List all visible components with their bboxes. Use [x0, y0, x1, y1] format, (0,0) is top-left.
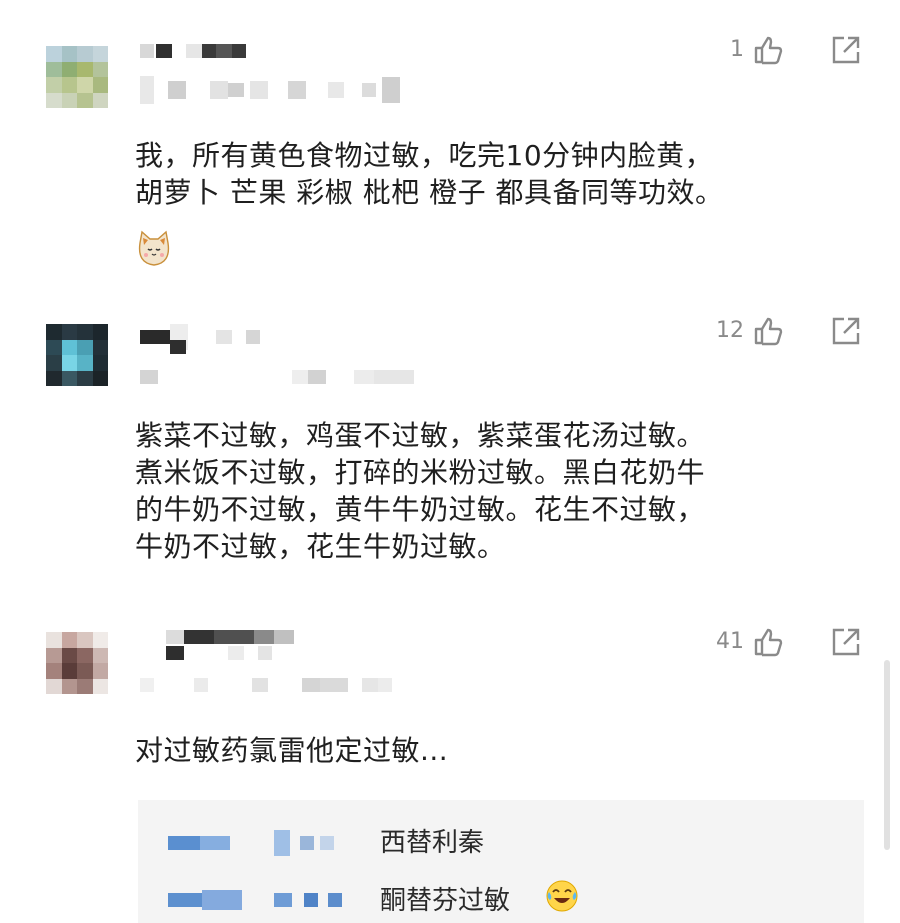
- meta-blurred: [140, 678, 392, 692]
- like-count: 41: [716, 629, 744, 654]
- comment-line: 对过敏药氯雷他定过敏...: [135, 734, 449, 767]
- username-blurred[interactable]: [140, 44, 246, 58]
- comment-text: 我，所有黄色食物过敏，吃完10分钟内脸黄， 胡萝卜 芒果 彩椒 枇杷 橙子 都具…: [135, 137, 860, 211]
- comment-line: 紫菜不过敏，鸡蛋不过敏，紫菜蛋花汤过敏。: [135, 419, 706, 452]
- like-count: 1: [730, 37, 744, 62]
- username-blurred[interactable]: [140, 324, 260, 350]
- reply-username-blurred: [168, 830, 334, 856]
- avatar[interactable]: [46, 632, 108, 694]
- thumbs-up-icon[interactable]: [752, 626, 784, 658]
- comment-line: 我，所有黄色食物过敏，吃完10分钟内脸黄，: [135, 139, 714, 172]
- reply-text: 西替利秦: [380, 828, 485, 858]
- comment-line: 牛奶不过敏，花生牛奶过敏。: [135, 530, 506, 563]
- cat-face-emoji: [138, 230, 170, 266]
- comment-line: 煮米饭不过敏，打碎的米粉过敏。黑白花奶牛: [135, 456, 706, 489]
- thumbs-up-icon[interactable]: [752, 34, 784, 66]
- username-blurred-2: [166, 646, 272, 660]
- share-icon[interactable]: [830, 34, 862, 66]
- thumbs-up-icon[interactable]: [752, 315, 784, 347]
- reply-section[interactable]: 西替利秦 酮替芬过敏: [138, 800, 864, 923]
- comment-text: 对过敏药氯雷他定过敏...: [135, 732, 860, 769]
- avatar[interactable]: [46, 324, 108, 386]
- comment-line: 的牛奶不过敏，黄牛牛奶过敏。花生不过敏，: [135, 493, 706, 526]
- scrollbar[interactable]: [884, 660, 890, 850]
- laughing-crying-emoji: [546, 880, 578, 912]
- meta-blurred: [140, 370, 414, 384]
- like-count: 12: [716, 318, 744, 343]
- username-blurred[interactable]: [166, 630, 294, 644]
- username-blurred-2: [170, 340, 186, 354]
- meta-blurred: [140, 76, 400, 104]
- comment-line: 胡萝卜 芒果 彩椒 枇杷 橙子 都具备同等功效。: [135, 176, 724, 209]
- reply-text: 酮替芬过敏: [380, 886, 511, 916]
- share-icon[interactable]: [830, 315, 862, 347]
- reply-username-blurred: [168, 890, 342, 910]
- comment-2: 12 紫菜不过敏，鸡蛋不过敏，紫菜蛋花汤过敏。 煮米饭不过敏，打碎的米粉过敏。黑…: [0, 300, 900, 620]
- comment-1: 1 我，所有黄色食物过敏，吃完10分钟内脸黄， 胡萝卜 芒果 彩椒 枇杷 橙子 …: [0, 0, 900, 290]
- avatar[interactable]: [46, 46, 108, 108]
- comment-text: 紫菜不过敏，鸡蛋不过敏，紫菜蛋花汤过敏。 煮米饭不过敏，打碎的米粉过敏。黑白花奶…: [135, 417, 860, 565]
- share-icon[interactable]: [830, 626, 862, 658]
